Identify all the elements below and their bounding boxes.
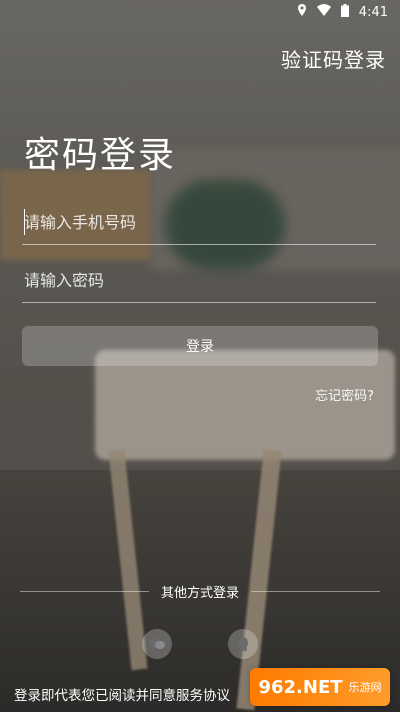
login-button[interactable]: 登录 [22, 326, 378, 366]
service-agreement-link[interactable]: 服务协议 [176, 688, 230, 704]
location-icon [297, 4, 307, 20]
password-field[interactable] [22, 258, 376, 303]
sms-code-login-link[interactable]: 验证码登录 [281, 44, 386, 73]
watermark-brand: 962.NET [258, 676, 343, 698]
agreement-prefix: 登录即代表您已阅读并同意 [14, 688, 176, 704]
divider-line [20, 590, 149, 592]
site-watermark: 962.NET 乐游网 [250, 668, 390, 706]
other-login-divider: 其他方式登录 [20, 581, 381, 601]
phone-input[interactable] [22, 200, 376, 244]
password-input[interactable] [22, 258, 376, 302]
divider-line [251, 590, 381, 592]
other-login-label: 其他方式登录 [161, 585, 240, 601]
phone-field[interactable] [22, 200, 376, 245]
forgot-password-link[interactable]: 忘记密码? [315, 385, 374, 404]
battery-icon [340, 3, 349, 21]
text-cursor [24, 209, 25, 235]
agreement-text: 登录即代表您已阅读并同意服务协议 [14, 684, 230, 704]
wechat-icon[interactable] [142, 629, 172, 659]
social-login-row [0, 629, 400, 659]
status-time: 4:41 [358, 4, 388, 20]
watermark-sub: 乐游网 [348, 681, 382, 694]
page-title: 密码登录 [24, 135, 177, 176]
status-bar: 4:41 [0, 0, 400, 24]
qq-icon[interactable] [228, 629, 258, 659]
wifi-icon [316, 4, 331, 20]
